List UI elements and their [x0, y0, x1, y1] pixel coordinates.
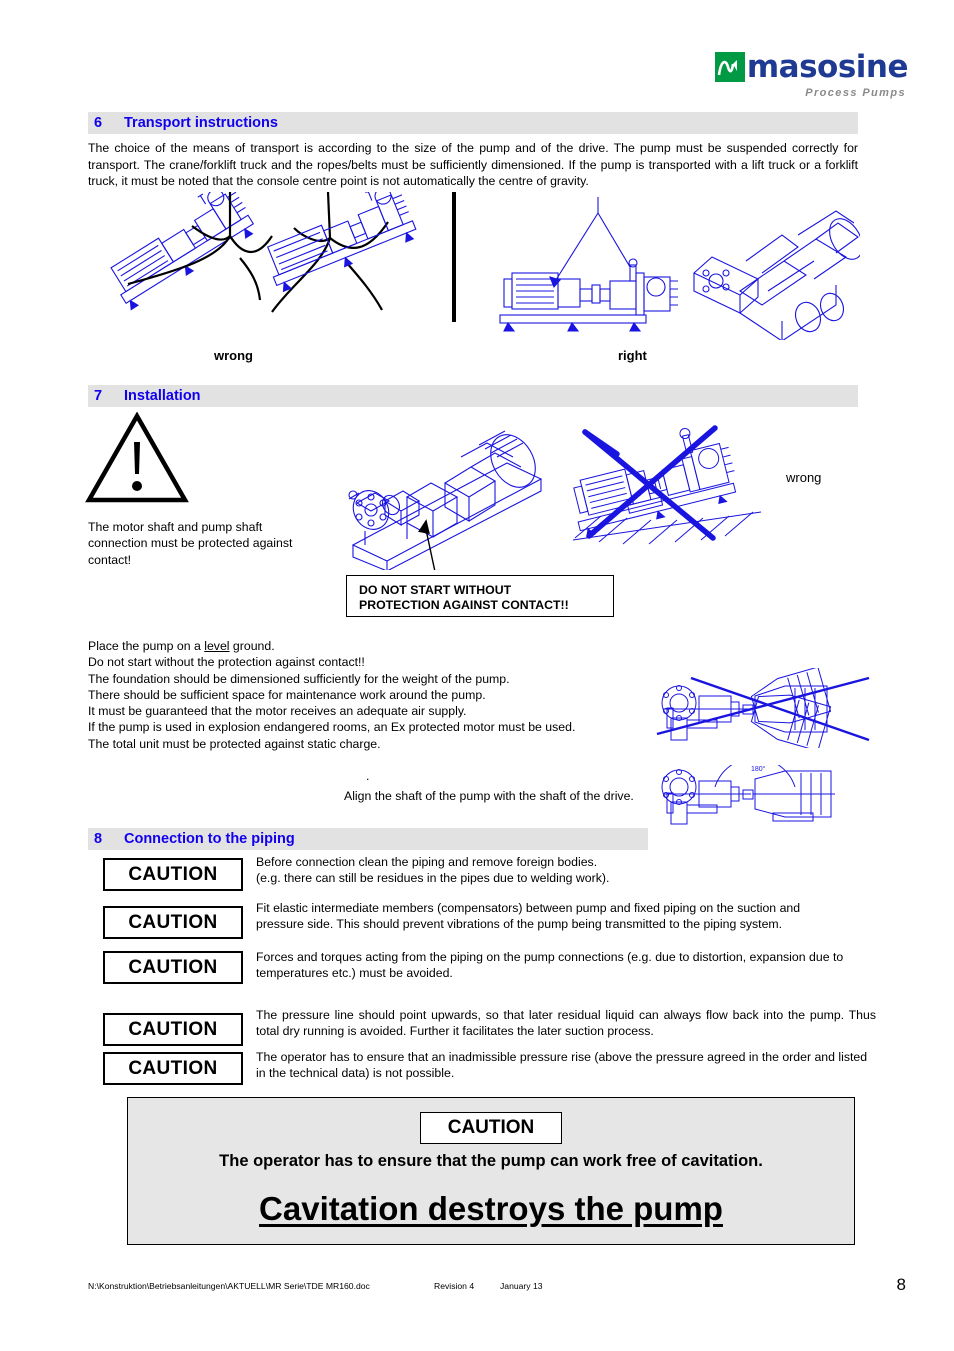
piping-text-1-line-2: (e.g. there can still be residues in the… — [256, 871, 610, 886]
caution-badge-4: CAUTION — [103, 1013, 243, 1046]
caution-badge-2: CAUTION — [103, 906, 243, 939]
stray-period: . — [366, 769, 370, 783]
footer-date: January 13 — [500, 1281, 543, 1291]
logo-row: masosine — [698, 49, 909, 85]
warning-triangle-icon — [85, 411, 189, 509]
section-heading-installation: 7 Installation — [88, 385, 858, 407]
installation-bullet-4: It must be guaranteed that the motor rec… — [88, 704, 467, 719]
piping-text-3: Forces and torques acting from the pipin… — [256, 950, 844, 981]
installation-wrong-illustration — [565, 420, 775, 545]
installation-bullet-3: There should be sufficient space for mai… — [88, 687, 486, 702]
caution-badge-5: CAUTION — [103, 1052, 243, 1085]
installation-warning-text: The motor shaft and pump shaft connectio… — [88, 520, 293, 567]
piping-text-1: Before connection clean the piping and r… — [256, 854, 876, 887]
cavitation-warning-panel: CAUTION The operator has to ensure that … — [127, 1097, 855, 1245]
swoosh-icon — [717, 60, 737, 76]
caution-badge-3: CAUTION — [103, 951, 243, 984]
installation-wrong-label: wrong — [786, 470, 822, 485]
installation-bullet-2: The foundation should be dimensioned suf… — [88, 671, 510, 686]
transport-right-label: right — [618, 348, 647, 363]
section-heading-piping: 8 Connection to the piping — [88, 828, 648, 850]
piping-text-2: Fit elastic intermediate members (compen… — [256, 901, 801, 932]
transport-right-illustration — [490, 195, 860, 340]
installation-bullet-5: If the pump is used in explosion endange… — [88, 720, 576, 735]
callout-line-1: DO NOT START WITHOUT — [359, 583, 512, 597]
underlined-level-word: level — [204, 639, 230, 653]
transport-wrong-illustration — [100, 192, 440, 342]
footer-file-path: N:\Konstruktion\Betriebsanleitungen\AKTU… — [88, 1281, 370, 1291]
section-number-8: 8 — [94, 831, 103, 847]
installation-bullet-list: Place the pump on a level ground. Do not… — [88, 638, 648, 752]
piping-text-4: The pressure line should point upwards, … — [256, 1008, 876, 1039]
do-not-start-callout: DO NOT START WITHOUT PROTECTION AGAINST … — [346, 575, 614, 617]
logo-wordmark: masosine — [746, 49, 909, 85]
section-number-6: 6 — [94, 115, 103, 131]
company-logo: masosine Process Pumps — [698, 49, 909, 102]
document-page: masosine Process Pumps 6 Transport instr… — [0, 0, 954, 1351]
section-title-transport: Transport instructions — [124, 115, 278, 131]
caution-badge-1: CAUTION — [103, 858, 243, 891]
piping-text-1-line-1: Before connection clean the piping and r… — [256, 855, 598, 869]
section-number-7: 7 — [94, 388, 103, 404]
transport-body-text: The choice of the means of transport is … — [88, 141, 858, 188]
footer-page-number: 8 — [896, 1275, 906, 1294]
align-shaft-note: Align the shaft of the pump with the sha… — [344, 789, 634, 803]
installation-bullet-0: Place the pump on a level ground. — [88, 639, 275, 653]
section-title-piping: Connection to the piping — [124, 831, 295, 847]
section-title-installation: Installation — [124, 388, 201, 404]
logo-tagline: Process Pumps — [805, 87, 906, 99]
installation-bullet-1: Do not start without the protection agai… — [88, 655, 365, 670]
installation-bullet-6: The total unit must be protected against… — [88, 736, 381, 751]
installation-correct-illustration — [345, 405, 555, 570]
piping-text-5: The operator has to ensure that an inadm… — [256, 1050, 868, 1081]
angle-label: 180° — [751, 765, 766, 773]
cavitation-headline: Cavitation destroys the pump — [259, 1190, 723, 1227]
shaft-alignment-wrong-diagram — [655, 668, 875, 748]
divider-bar — [452, 192, 456, 322]
cavitation-statement: The operator has to ensure that the pump… — [219, 1152, 763, 1170]
section-heading-transport: 6 Transport instructions — [88, 112, 858, 134]
callout-line-2: PROTECTION AGAINST CONTACT!! — [359, 598, 569, 612]
footer-revision: Revision 4 — [434, 1281, 475, 1291]
transport-wrong-label: wrong — [214, 348, 253, 363]
cavitation-caution-badge: CAUTION — [420, 1112, 562, 1144]
shaft-alignment-correct-diagram: 180° — [655, 765, 875, 827]
masosine-mark-icon — [714, 52, 745, 82]
